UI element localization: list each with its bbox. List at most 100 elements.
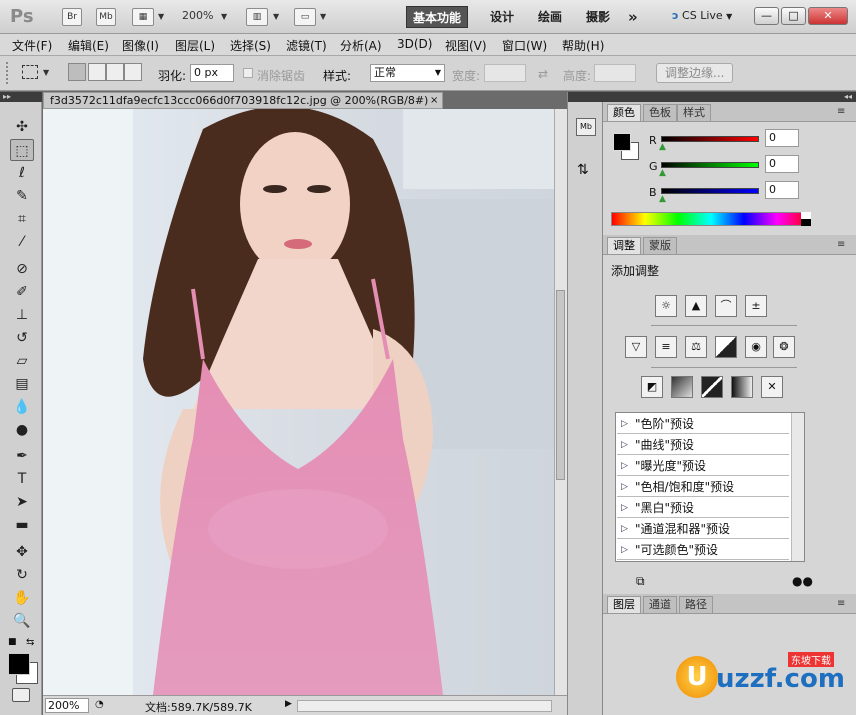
zoom-level-select[interactable]: 200% [182,9,213,22]
history-brush-tool-icon[interactable]: ↺ [10,327,34,349]
blur-tool-icon[interactable]: 💧 [10,396,34,418]
menu-image[interactable]: 图像(I) [122,37,159,54]
shape-tool-icon[interactable]: ▬ [10,514,34,536]
antialias-checkbox[interactable] [243,68,253,78]
preset-selective-color[interactable]: ▷ "可选颜色"预设 [617,540,789,560]
rectangular-marquee-tool-icon[interactable]: ⬚ [10,139,34,161]
toolbox-header[interactable]: ▸▸ [0,92,42,102]
eraser-tool-icon[interactable]: ▱ [10,350,34,372]
blue-value-input[interactable]: 0 [765,181,799,199]
crop-tool-icon[interactable]: ⌗ [10,208,34,230]
mini-bridge-button[interactable]: Mb [96,8,116,26]
blue-slider[interactable] [661,188,759,194]
marquee-tool-preset-icon[interactable] [22,65,38,79]
new-selection-button[interactable] [68,63,86,81]
subtract-selection-button[interactable] [106,63,124,81]
posterize-icon[interactable] [671,376,693,398]
preset-levels[interactable]: ▷ "色阶"预设 [617,414,789,434]
swap-colors-icon[interactable]: ⇆ [26,637,34,648]
scrollbar-thumb[interactable] [556,290,565,480]
screen-mode-button[interactable]: ▭ [294,8,316,26]
chevron-down-icon[interactable]: ▼ [273,12,279,21]
intersect-selection-button[interactable] [124,63,142,81]
channel-mixer-icon[interactable]: ❂ [773,336,795,358]
menu-help[interactable]: 帮助(H) [562,37,604,54]
adjustment-options-icon[interactable]: ●● [792,574,813,588]
red-slider[interactable] [661,136,759,142]
gradient-map-icon[interactable] [731,376,753,398]
panel-menu-icon[interactable]: ≡ [837,239,845,250]
preset-black-white[interactable]: ▷ "黑白"预设 [617,498,789,518]
curves-icon[interactable]: ⌒ [715,295,737,317]
feather-input[interactable]: 0 px [190,64,234,82]
arrange-documents-button[interactable]: ▥ [246,8,268,26]
preset-curves[interactable]: ▷ "曲线"预设 [617,435,789,455]
bridge-button[interactable]: Br [62,8,82,26]
move-tool-icon[interactable]: ✣ [10,116,34,138]
horizontal-scrollbar[interactable] [297,700,552,712]
selective-color-icon[interactable]: ✕ [761,376,783,398]
foreground-color-swatch[interactable] [613,133,631,151]
slider-handle-icon[interactable]: ▲ [659,142,666,152]
threshold-icon[interactable] [701,376,723,398]
preset-hue-saturation[interactable]: ▷ "色相/饱和度"预设 [617,477,789,497]
tab-masks[interactable]: 蒙版 [643,237,677,254]
restore-button[interactable]: □ [781,7,806,25]
dodge-tool-icon[interactable]: ● [10,419,34,441]
tab-swatches[interactable]: 色板 [643,104,677,121]
gradient-tool-icon[interactable]: ▤ [10,373,34,395]
status-zoom-field[interactable]: 200% [45,698,89,713]
tab-styles[interactable]: 样式 [677,104,711,121]
document-tab[interactable]: f3d3572c11dfa9ecfc13ccc066d0f703918fc12c… [43,92,443,109]
spot-healing-tool-icon[interactable]: ⊘ [10,258,34,280]
menu-select[interactable]: 选择(S) [230,37,271,54]
menu-view[interactable]: 视图(V) [445,37,487,54]
foreground-color-swatch[interactable] [8,653,30,675]
height-input[interactable] [594,64,636,82]
tab-channels[interactable]: 通道 [643,596,677,613]
clone-stamp-tool-icon[interactable]: ⊥ [10,304,34,326]
invert-icon[interactable]: ◩ [641,376,663,398]
chevron-down-icon[interactable]: ▼ [158,12,164,21]
slider-handle-icon[interactable]: ▲ [659,194,666,204]
status-menu-arrow-icon[interactable]: ▶ [285,699,292,709]
history-panel-icon[interactable]: ⇅ [577,162,589,178]
close-button[interactable]: ✕ [808,7,848,25]
red-value-input[interactable]: 0 [765,129,799,147]
menu-layer[interactable]: 图层(L) [175,37,215,54]
swap-icon[interactable]: ⇄ [538,67,548,81]
3d-rotate-tool-icon[interactable]: ✥ [10,541,34,563]
3d-orbit-tool-icon[interactable]: ↻ [10,564,34,586]
tab-adjustments[interactable]: 调整 [607,237,641,254]
mini-bridge-panel-icon[interactable]: Mb [576,118,596,136]
style-select[interactable]: 正常 ▼ [370,64,445,82]
status-info-icon[interactable]: ◔ [95,699,104,710]
add-to-selection-button[interactable] [88,63,106,81]
green-value-input[interactable]: 0 [765,155,799,173]
black-white-ramp[interactable] [801,212,811,226]
hand-tool-icon[interactable]: ✋ [10,587,34,609]
tab-paths[interactable]: 路径 [679,596,713,613]
menu-filter[interactable]: 滤镜(T) [286,37,327,54]
menu-window[interactable]: 窗口(W) [502,37,547,54]
color-spectrum-ramp[interactable] [611,212,811,226]
chevron-down-icon[interactable]: ▼ [221,12,227,21]
photo-filter-icon[interactable]: ◉ [745,336,767,358]
menu-edit[interactable]: 编辑(E) [68,37,109,54]
chevron-down-icon[interactable]: ▼ [320,12,326,21]
workspace-photography[interactable]: 摄影 [580,6,616,28]
brightness-contrast-icon[interactable]: ☼ [655,295,677,317]
clip-to-layer-icon[interactable]: ⧉ [636,574,645,589]
eyedropper-tool-icon[interactable]: ⁄ [10,231,34,253]
hue-saturation-icon[interactable]: ≡ [655,336,677,358]
tab-color[interactable]: 颜色 [607,104,641,121]
exposure-icon[interactable]: ± [745,295,767,317]
default-colors-icon[interactable]: ■ [8,637,17,647]
dock-header[interactable]: ◂◂ [603,92,856,102]
brush-tool-icon[interactable]: ✐ [10,281,34,303]
workspace-design[interactable]: 设计 [484,6,520,28]
vibrance-icon[interactable]: ▽ [625,336,647,358]
black-white-icon[interactable] [715,336,737,358]
tab-layers[interactable]: 图层 [607,596,641,613]
refine-edge-button[interactable]: 调整边缘... [656,63,734,83]
